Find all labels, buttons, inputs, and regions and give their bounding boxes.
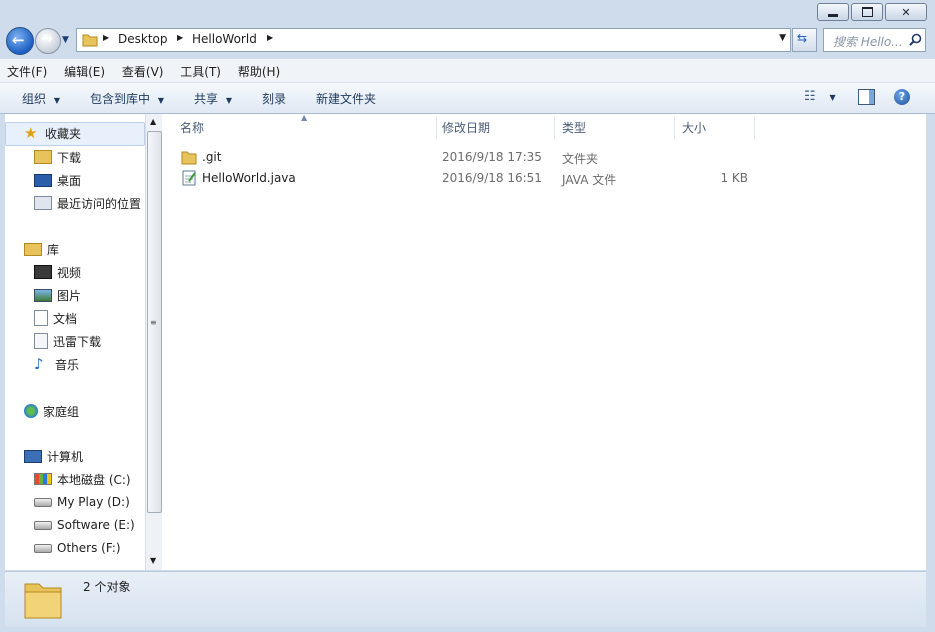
breadcrumb-item-helloworld[interactable]: HelloWorld <box>192 32 257 46</box>
column-header-size[interactable]: 大小 <box>674 117 755 139</box>
column-header-date[interactable]: 修改日期 <box>434 117 555 139</box>
menu-file[interactable]: 文件(F) <box>0 59 53 80</box>
menu-edit[interactable]: 编辑(E) <box>57 59 111 80</box>
include-in-library-button[interactable]: 包含到库中 ▼ <box>90 90 164 107</box>
computer-icon <box>24 449 42 463</box>
scroll-up-icon[interactable]: ▲ <box>150 117 156 126</box>
file-list: ▲ 名称 修改日期 类型 大小 .git 2016/9/18 17:35 文件夹… <box>162 113 926 570</box>
video-icon <box>34 265 52 279</box>
file-date: 2016/9/18 17:35 <box>442 150 542 164</box>
chevron-down-icon: ▼ <box>157 96 164 105</box>
file-name: .git <box>202 150 222 164</box>
file-row[interactable]: .git 2016/9/18 17:35 文件夹 <box>178 148 778 168</box>
item-count: 2 个对象 <box>83 580 131 594</box>
column-header-name[interactable]: 名称 <box>172 117 437 139</box>
minimize-button[interactable] <box>817 3 849 21</box>
preview-pane-button[interactable] <box>858 89 875 105</box>
organize-label: 组织 <box>22 92 47 106</box>
include-label: 包含到库中 <box>90 92 151 106</box>
close-icon: ✕ <box>901 5 911 19</box>
recent-pages-dropdown[interactable]: ▼ <box>62 35 69 45</box>
java-file-icon <box>182 170 196 186</box>
help-icon[interactable]: ? <box>894 89 910 105</box>
chevron-down-icon: ▼ <box>829 93 836 102</box>
change-view-button[interactable]: ☷ ▼ <box>804 89 836 104</box>
file-type: JAVA 文件 <box>562 173 617 187</box>
back-button[interactable]: ← <box>6 27 34 55</box>
navigation-pane-scrollbar[interactable]: ▲ ≡ ▼ <box>145 114 162 570</box>
refresh-button[interactable]: ⇆ <box>792 28 817 52</box>
menu-tools[interactable]: 工具(T) <box>173 59 227 80</box>
share-button[interactable]: 共享 ▼ <box>194 90 232 107</box>
recent-places-icon <box>34 196 52 210</box>
menu-view[interactable]: 查看(V) <box>115 59 170 80</box>
search-placeholder: 搜索 Hello... <box>833 35 903 49</box>
scroll-grip-icon: ≡ <box>150 318 157 327</box>
navigation-pane: ★ 收藏夹 下载 桌面 最近访问的位置 库 视频 图片 文档 迅雷下载 ♪ 音乐… <box>5 114 145 570</box>
sidebar-item-homegroup[interactable]: 家庭组 <box>24 401 164 421</box>
view-list-icon: ☷ <box>804 89 816 104</box>
preview-pane-icon <box>869 90 874 104</box>
breadcrumb-separator-icon: ▶ <box>103 33 110 42</box>
downloads-folder-icon <box>34 150 52 164</box>
forward-arrow-icon: → <box>41 31 53 47</box>
navigation-bar: ← → ▼ ▶ Desktop ▶ HelloWorld ▶ ▼ ⇆ 搜索 He… <box>0 25 935 57</box>
menu-help[interactable]: 帮助(H) <box>231 59 286 80</box>
search-icon[interactable] <box>909 33 922 46</box>
folder-icon <box>181 151 197 165</box>
system-drive-icon <box>34 473 52 485</box>
address-dropdown-icon[interactable]: ▼ <box>779 33 786 43</box>
libraries-header[interactable]: 库 <box>24 239 164 259</box>
command-toolbar: 组织 ▼ 包含到库中 ▼ 共享 ▼ 刻录 新建文件夹 ☷ ▼ ? <box>0 83 935 114</box>
chevron-down-icon: ▼ <box>53 96 60 105</box>
file-name: HelloWorld.java <box>202 171 296 185</box>
back-arrow-icon: ← <box>12 31 25 49</box>
computer-header[interactable]: 计算机 <box>24 446 164 466</box>
search-input[interactable]: 搜索 Hello... <box>823 28 926 52</box>
star-icon: ★ <box>24 124 38 142</box>
folder-icon <box>82 34 98 47</box>
hard-drive-icon <box>34 497 52 507</box>
new-folder-button[interactable]: 新建文件夹 <box>316 90 376 107</box>
file-date: 2016/9/18 16:51 <box>442 171 542 185</box>
burn-button[interactable]: 刻录 <box>262 90 286 107</box>
file-size: 1 KB <box>720 171 748 185</box>
file-type: 文件夹 <box>562 152 599 166</box>
window-controls: ✕ <box>817 3 927 21</box>
breadcrumb-item-desktop[interactable]: Desktop <box>118 32 168 46</box>
forward-button[interactable]: → <box>35 28 61 54</box>
organize-button[interactable]: 组织 ▼ <box>22 90 60 107</box>
file-row[interactable]: HelloWorld.java 2016/9/18 16:51 JAVA 文件 … <box>178 169 778 189</box>
refresh-icon: ⇆ <box>797 31 808 45</box>
scrollbar-thumb[interactable]: ≡ <box>147 131 162 513</box>
favorites-header-label: ★ 收藏夹 <box>24 124 82 142</box>
menu-bar: 文件(F) 编辑(E) 查看(V) 工具(T) 帮助(H) <box>0 59 935 83</box>
document-icon <box>34 333 48 349</box>
address-bar[interactable]: ▶ Desktop ▶ HelloWorld ▶ ▼ <box>76 28 791 52</box>
column-header-type[interactable]: 类型 <box>554 117 675 139</box>
maximize-icon <box>861 7 873 17</box>
close-button[interactable]: ✕ <box>885 3 927 21</box>
hard-drive-icon <box>34 543 52 553</box>
hard-drive-icon <box>34 520 52 530</box>
desktop-icon <box>34 173 52 187</box>
breadcrumb-separator-icon: ▶ <box>267 33 274 42</box>
minimize-icon <box>828 13 838 17</box>
breadcrumb-separator-icon: ▶ <box>177 33 184 42</box>
share-label: 共享 <box>194 92 219 106</box>
music-note-icon: ♪ <box>34 355 44 373</box>
library-icon <box>24 242 42 256</box>
details-pane: 2 个对象 <box>5 571 926 627</box>
chevron-down-icon: ▼ <box>225 96 232 105</box>
homegroup-icon <box>24 404 38 418</box>
document-icon <box>34 310 48 326</box>
folder-icon <box>24 583 62 619</box>
scroll-down-icon[interactable]: ▼ <box>150 556 156 565</box>
maximize-button[interactable] <box>851 3 883 21</box>
picture-icon <box>34 288 52 302</box>
